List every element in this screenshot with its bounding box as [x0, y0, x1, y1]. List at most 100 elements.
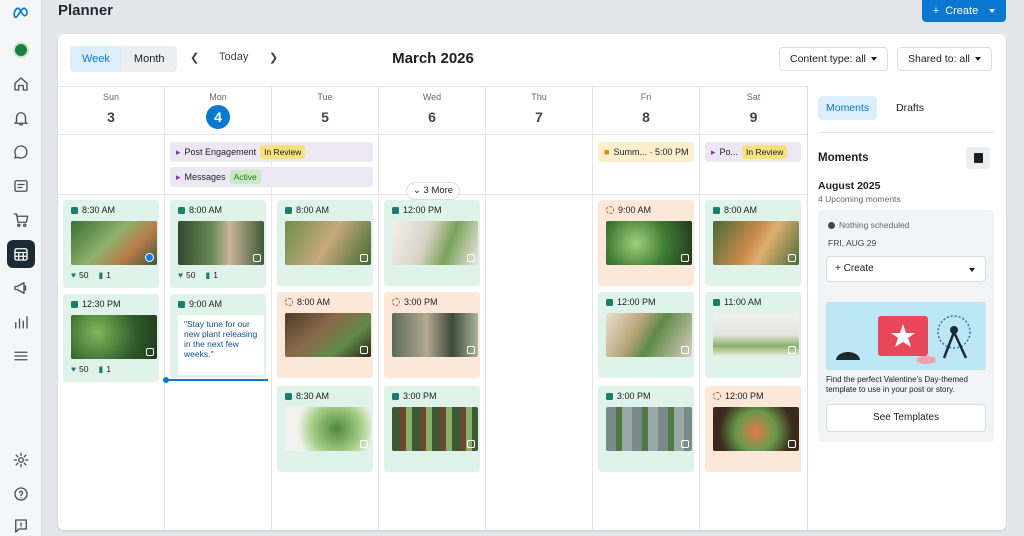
event-messages[interactable]: ▸ Messages Active — [170, 167, 373, 187]
status-badge: In Review — [260, 145, 306, 159]
show-more-label: 3 More — [423, 185, 454, 196]
post-card[interactable]: 8:00 AM — [705, 200, 801, 286]
post-time: 12:30 PM — [71, 299, 121, 309]
valentines-illustration — [826, 302, 986, 370]
post-thumbnail — [606, 221, 692, 265]
moment-create-dropdown[interactable]: + Create — [826, 256, 986, 282]
day-number[interactable]: 9 — [742, 105, 766, 129]
create-button[interactable]: + Create — [922, 0, 1006, 22]
post-card[interactable]: 3:00 PM — [384, 292, 480, 378]
see-templates-button[interactable]: See Templates — [826, 404, 986, 432]
feedback-icon[interactable] — [9, 514, 33, 536]
post-time: 3:00 PM — [392, 297, 438, 307]
event-post-engagement[interactable]: ▸ Post Engagement In Review — [170, 142, 373, 162]
day-number[interactable]: 7 — [527, 105, 551, 129]
day-column-thu: Thu 7 — [486, 86, 593, 530]
calendar-icon[interactable] — [966, 147, 990, 169]
instagram-icon — [360, 346, 368, 354]
post-card[interactable]: 8:00 AM — [277, 200, 373, 286]
show-more-button[interactable]: ⌄ 3 More — [406, 182, 460, 200]
moments-heading: Moments — [818, 152, 869, 164]
instagram-icon — [360, 440, 368, 448]
page-title: Planner — [58, 2, 114, 19]
post-card[interactable]: 12:30 PM 501 — [63, 294, 159, 382]
megaphone-icon: ▸ — [711, 147, 716, 157]
post-thumbnail — [713, 407, 799, 451]
post-time: 8:00 AM — [285, 297, 330, 307]
post-card[interactable]: 9:00 AM — [598, 200, 694, 286]
status-badge: In Review — [742, 145, 788, 159]
post-thumbnail — [285, 313, 371, 357]
post-time: 9:00 AM — [178, 299, 222, 309]
chevron-down-icon — [969, 268, 975, 272]
post-card[interactable]: 9:00 AM "Stay tune for our new plant rel… — [170, 294, 266, 378]
tab-drafts[interactable]: Drafts — [888, 96, 932, 120]
planner-card: Week Month ❮ Today ❯ March 2026 Content … — [58, 34, 1006, 530]
create-button-label: Create — [945, 5, 979, 17]
planner-calendar-icon[interactable] — [7, 240, 35, 268]
account-avatar[interactable] — [9, 38, 33, 62]
meta-logo-icon[interactable] — [9, 0, 33, 24]
day-number[interactable]: 8 — [634, 105, 658, 129]
megaphone-icon[interactable] — [9, 276, 33, 300]
chat-icon[interactable] — [9, 140, 33, 164]
post-thumbnail — [285, 407, 371, 451]
moment-date: FRI, AUG 29 — [828, 238, 877, 248]
cart-icon[interactable] — [9, 208, 33, 232]
moments-panel: Moments Drafts Moments August 2025 4 Upc… — [808, 86, 1006, 530]
content-type-filter[interactable]: Content type: all — [779, 47, 888, 71]
insights-icon[interactable] — [9, 310, 33, 334]
post-card[interactable]: 12:00 PM — [705, 386, 801, 472]
event-sat-post[interactable]: ▸ Po... In Review — [705, 142, 801, 162]
megaphone-icon: ▸ — [176, 147, 181, 157]
scheduled-icon — [178, 206, 185, 214]
post-stats: 501 — [178, 270, 218, 281]
menu-icon[interactable] — [9, 344, 33, 368]
post-card[interactable]: 12:00 PM — [598, 292, 694, 378]
post-card[interactable]: 12:00 PM — [384, 200, 480, 286]
day-of-week: Tue — [317, 92, 333, 102]
post-card[interactable]: 8:30 AM — [277, 386, 373, 472]
valentines-illustration-graphic — [826, 302, 986, 370]
post-thumbnail — [178, 221, 264, 265]
day-of-week: Fri — [640, 92, 652, 102]
scheduled-icon — [606, 392, 613, 400]
instagram-icon — [788, 254, 796, 262]
post-card[interactable]: 8:00 AM 501 — [170, 200, 266, 288]
day-number[interactable]: 5 — [313, 105, 337, 129]
post-card[interactable]: 3:00 PM — [384, 386, 480, 472]
megaphone-icon: ▸ — [176, 172, 181, 182]
day-number[interactable]: 6 — [420, 105, 444, 129]
post-text: "Stay tune for our new plant releasing i… — [178, 315, 264, 375]
post-thumbnail — [713, 313, 799, 357]
tab-moments[interactable]: Moments — [818, 96, 878, 120]
post-thumbnail — [392, 221, 478, 265]
help-icon[interactable] — [9, 482, 33, 506]
scheduled-icon — [392, 206, 399, 214]
instagram-icon — [467, 440, 475, 448]
home-icon[interactable] — [9, 72, 33, 96]
bell-icon[interactable] — [9, 106, 33, 130]
post-card[interactable]: 11:00 AM — [705, 292, 801, 378]
week-grid: Sun 3 Mon 4 Tue 5 Wed 6 Thu 7 Fri 8 Sat … — [58, 86, 808, 530]
post-time: 11:00 AM — [713, 297, 761, 307]
post-card[interactable]: 3:00 PM — [598, 386, 694, 472]
instagram-icon — [681, 346, 689, 354]
post-time: 12:00 PM — [392, 205, 442, 215]
post-thumbnail — [285, 221, 371, 265]
day-number[interactable]: 3 — [99, 105, 123, 129]
shared-to-filter[interactable]: Shared to: all — [897, 47, 992, 71]
post-time: 8:00 AM — [713, 205, 757, 215]
event-summit[interactable]: ■ Summ... · 5:00 PM — [598, 142, 694, 162]
post-time: 8:30 AM — [71, 205, 115, 215]
post-card[interactable]: 8:00 AM — [277, 292, 373, 378]
settings-gear-icon[interactable] — [9, 448, 33, 472]
draft-icon — [285, 298, 293, 306]
post-thumbnail — [392, 313, 478, 357]
day-of-week: Mon — [209, 92, 227, 102]
post-card[interactable]: 8:30 AM 501 — [63, 200, 159, 288]
post-thumbnail — [71, 315, 157, 359]
day-number-today[interactable]: 4 — [206, 105, 230, 129]
post-time: 8:00 AM — [285, 205, 329, 215]
content-icon[interactable] — [9, 174, 33, 198]
